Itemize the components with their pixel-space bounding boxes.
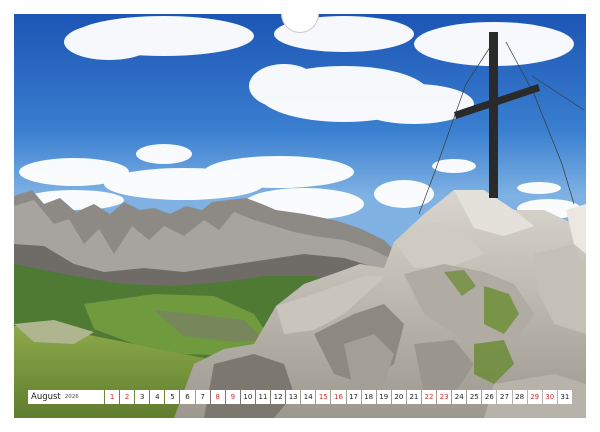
calendar-day: 8 (210, 390, 225, 404)
calendar-day: 5 (165, 390, 180, 404)
calendar-day: 4 (150, 390, 165, 404)
calendar-day: 21 (406, 390, 421, 404)
calendar-day: 11 (255, 390, 271, 404)
calendar-day: 12 (271, 390, 286, 404)
calendar-day: 2 (120, 390, 135, 404)
calendar-day: 17 (346, 390, 361, 404)
calendar-day: 22 (421, 390, 437, 404)
calendar-day: 20 (391, 390, 406, 404)
calendar-day: 3 (135, 390, 150, 404)
calendar-day: 7 (195, 390, 210, 404)
calendar-day: 27 (497, 390, 512, 404)
calendar-photo (14, 14, 586, 418)
calendar-day: 15 (316, 390, 331, 404)
calendar-day: 23 (437, 390, 452, 404)
calendar-strip: August 2026 1 2 3 4 5 6 7 8 9 10 11 12 13 14 15 16 17 18 1… (28, 390, 572, 404)
calendar-day: 19 (376, 390, 391, 404)
year-label: 2026 (64, 394, 79, 400)
calendar-day: 30 (542, 390, 557, 404)
calendar-day: 10 (240, 390, 255, 404)
calendar-day: 25 (467, 390, 482, 404)
calendar-day: 16 (331, 390, 346, 404)
calendar-day: 13 (286, 390, 301, 404)
calendar-day: 6 (180, 390, 195, 404)
calendar-day: 31 (557, 390, 572, 404)
calendar-day: 1 (105, 390, 120, 404)
calendar-day: 14 (301, 390, 316, 404)
calendar-day: 26 (482, 390, 497, 404)
calendar-day: 28 (512, 390, 527, 404)
calendar-day: 18 (361, 390, 376, 404)
month-label: August 2026 (28, 390, 104, 404)
calendar-day: 24 (452, 390, 467, 404)
calendar-day: 29 (527, 390, 542, 404)
month-name: August (31, 392, 61, 402)
calendar-day: 9 (225, 390, 240, 404)
